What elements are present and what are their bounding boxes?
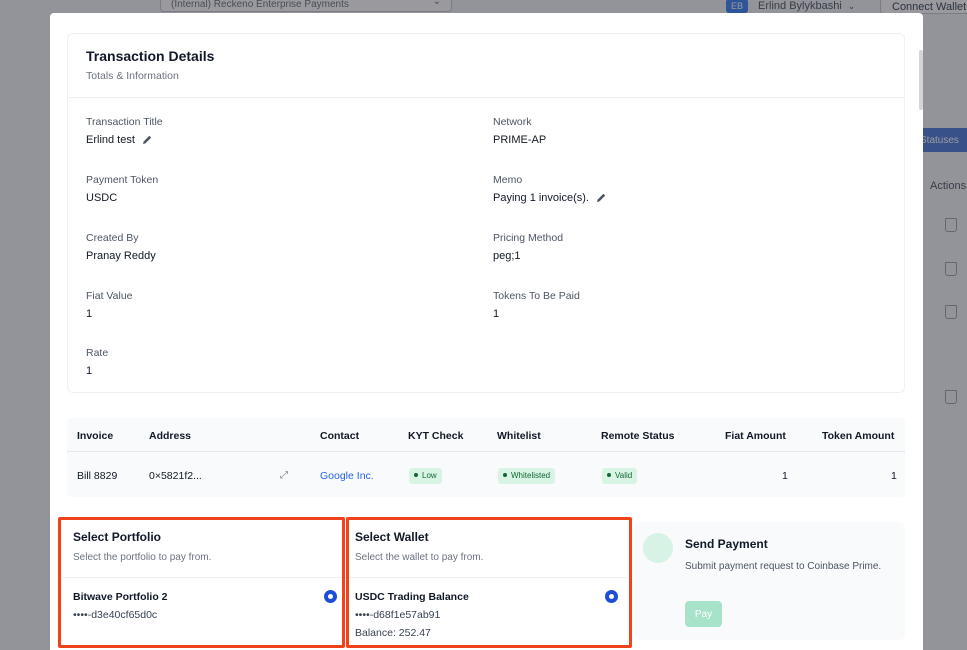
field-label: Tokens To Be Paid	[493, 290, 580, 302]
field-value: 1	[493, 308, 500, 320]
pencil-icon[interactable]	[141, 134, 153, 146]
panel-title: Select Portfolio	[73, 530, 162, 544]
field-created-by: Created By Pranay Reddy	[86, 232, 156, 262]
coinbase-icon	[643, 533, 673, 563]
contact-link[interactable]: Google Inc.	[320, 470, 374, 482]
column-header-token-amount: Token Amount	[822, 430, 895, 442]
wallet-radio[interactable]	[605, 590, 618, 603]
field-pricing-method: Pricing Method peg;1	[493, 232, 563, 262]
field-fiat-value: Fiat Value 1	[86, 290, 133, 320]
field-network: Network PRIME-AP	[493, 116, 546, 146]
column-header-whitelist: Whitelist	[497, 430, 541, 442]
field-label: Pricing Method	[493, 232, 564, 244]
field-payment-token: Payment Token USDC	[86, 174, 158, 204]
wallet-option-id: ••••-d68f1e57ab91	[355, 609, 441, 621]
column-header-fiat-amount: Fiat Amount	[725, 430, 786, 442]
badge-label: Low	[422, 471, 437, 480]
send-payment-title: Send Payment	[685, 537, 768, 551]
cell-fiat-amount: 1	[782, 470, 788, 482]
column-header-contact: Contact	[320, 430, 360, 442]
field-value: Paying 1 invoice(s).	[493, 192, 589, 204]
field-transaction-title: Transaction Title Erlind test	[86, 116, 163, 146]
select-portfolio-panel: Select Portfolio Select the portfolio to…	[62, 522, 342, 646]
wallet-option-name[interactable]: USDC Trading Balance	[355, 591, 469, 603]
cell-invoice: Bill 8829	[77, 470, 118, 482]
field-value: Pranay Reddy	[86, 250, 156, 262]
status-badge-whitelist: Whitelisted	[498, 468, 556, 484]
field-value: Erlind test	[86, 134, 135, 146]
divider	[344, 577, 628, 578]
card-title: Transaction Details	[86, 48, 215, 64]
card-subtitle: Totals & Information	[86, 70, 179, 82]
field-label: Memo	[493, 174, 523, 186]
field-label: Payment Token	[86, 174, 159, 186]
field-label: Network	[493, 116, 532, 128]
cell-address: 0×5821f2...	[149, 470, 202, 482]
status-dot	[607, 473, 611, 477]
field-value: PRIME-AP	[493, 134, 547, 146]
field-tokens-to-be-paid: Tokens To Be Paid 1	[493, 290, 580, 320]
badge-label: Valid	[615, 471, 633, 480]
pay-button[interactable]: Pay	[685, 601, 722, 627]
pencil-icon[interactable]	[595, 192, 607, 204]
field-value: 1	[86, 308, 93, 320]
field-value: peg;1	[493, 250, 521, 262]
transaction-details-card: Transaction Details Totals & Information…	[67, 33, 905, 393]
portfolio-option-id: ••••-d3e40cf65d0c	[73, 609, 158, 621]
field-label: Fiat Value	[86, 290, 133, 302]
panel-title: Select Wallet	[355, 530, 429, 544]
select-wallet-panel: Select Wallet Select the wallet to pay f…	[344, 522, 628, 646]
card-header: Transaction Details Totals & Information	[68, 34, 904, 98]
status-dot	[414, 473, 418, 477]
scrollbar-thumb[interactable]	[919, 50, 923, 110]
column-header-invoice: Invoice	[77, 430, 114, 442]
status-dot	[503, 473, 507, 477]
send-payment-card: Send Payment Submit payment request to C…	[634, 522, 905, 640]
field-label: Rate	[86, 347, 109, 359]
column-header-remote-status: Remote Status	[601, 430, 675, 442]
panel-subtitle: Select the wallet to pay from.	[355, 552, 484, 563]
divider	[62, 577, 342, 578]
field-value: 1	[86, 365, 93, 377]
field-value: USDC	[86, 192, 118, 204]
column-header-address: Address	[149, 430, 192, 442]
field-label: Transaction Title	[86, 116, 163, 128]
portfolio-radio[interactable]	[324, 590, 337, 603]
badge-label: Whitelisted	[511, 471, 551, 480]
send-payment-description: Submit payment request to Coinbase Prime…	[685, 561, 882, 572]
wallet-balance: Balance: 252.47	[355, 627, 431, 639]
portfolio-option-name[interactable]: Bitwave Portfolio 2	[73, 591, 168, 603]
status-badge-kyt: Low	[409, 468, 442, 484]
column-header-kyt-check: KYT Check	[408, 430, 464, 442]
panel-subtitle: Select the portfolio to pay from.	[73, 552, 212, 563]
status-badge-remote: Valid	[602, 468, 638, 484]
field-memo: Memo Paying 1 invoice(s).	[493, 174, 607, 204]
field-rate: Rate 1	[86, 347, 108, 377]
expand-icon[interactable]: ⤢	[280, 470, 288, 481]
field-label: Created By	[86, 232, 139, 244]
invoice-table: Invoice Address Contact KYT Check Whitel…	[67, 418, 905, 497]
cell-token-amount: 1	[891, 470, 897, 482]
